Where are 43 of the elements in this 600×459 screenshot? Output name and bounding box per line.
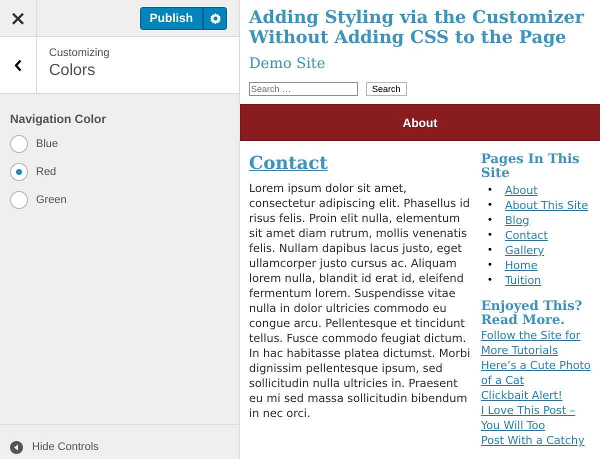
bullet: • xyxy=(487,229,494,243)
post-link[interactable]: Here’s a Cute Photo of a Cat xyxy=(481,358,597,388)
radio-label[interactable]: Blue xyxy=(36,138,58,150)
radio-label[interactable]: Green xyxy=(36,194,67,206)
radio-label[interactable]: Red xyxy=(36,166,56,178)
section-title: Colors xyxy=(49,62,96,80)
chevron-left-icon xyxy=(14,58,22,72)
search-field[interactable]: Search … xyxy=(249,82,358,96)
post-title[interactable]: Contact xyxy=(249,153,328,174)
radio-button[interactable] xyxy=(10,163,28,181)
bullet: • xyxy=(487,244,494,258)
post-body: Lorem ipsum dolor sit amet, consectetur adipiscing elit. Phasellus id risus felis. Proin elit nulla, elementum sit amet diam rutrum, mollis venenatis felis. Nullam dapibus lacus justo, eget ullamcorper justo cursus ac. Aliquam lorem nulla, blandit id erat id, eleifend fermentum lorem. Suspendisse vitae nulla in dolor ultricies commodo eu congue arcu. Pellentesque et tincidunt tellus. Fusce commodo feugiat dictum. In hac habitasse platea dictumst. Morbi dignissim pellentesque ipsum, sed sollicitudin nulla ultricies in. Praesent eu mi sed massa sollicitudin bibendum in nec orci. xyxy=(249,181,471,421)
widget-heading: Pages In This Site xyxy=(481,153,580,181)
search-button[interactable]: Search xyxy=(366,82,407,96)
bullet: • xyxy=(487,259,494,273)
site-title[interactable]: Adding Styling via the Customizer Without Adding CSS to the Page xyxy=(249,8,591,48)
breadcrumb: Customizing xyxy=(49,47,110,59)
radio-button[interactable] xyxy=(10,135,28,153)
gear-icon xyxy=(210,12,220,24)
post-link[interactable]: Post With a Catchy xyxy=(481,433,597,448)
page-link[interactable]: Contact xyxy=(505,228,548,243)
hide-controls-button[interactable]: Hide Controls xyxy=(10,440,99,454)
radio-button[interactable] xyxy=(10,191,28,209)
page-link[interactable]: Tuition xyxy=(505,273,542,288)
widget-heading: Enjoyed This? Read More. xyxy=(481,300,584,328)
page-link[interactable]: About xyxy=(505,183,538,198)
site-description: Demo Site xyxy=(249,56,326,72)
post-link[interactable]: Follow the Site for More Tutorials xyxy=(481,328,597,358)
bullet: • xyxy=(487,214,494,228)
settings-button[interactable] xyxy=(203,6,227,30)
page-link[interactable]: Home xyxy=(505,258,538,273)
nav-link[interactable]: About xyxy=(402,116,438,130)
post-link[interactable]: I Love This Post – You Will Too xyxy=(481,403,597,433)
control-label: Navigation Color xyxy=(10,112,108,126)
page-link[interactable]: Blog xyxy=(505,213,530,228)
page-link[interactable]: Gallery xyxy=(505,243,544,258)
bullet: • xyxy=(487,199,494,213)
bullet: • xyxy=(487,274,494,288)
post-link[interactable]: Clickbait Alert! xyxy=(481,388,597,403)
publish-button[interactable]: Publish xyxy=(140,6,203,30)
bullet: • xyxy=(487,184,494,198)
page-link[interactable]: About This Site xyxy=(505,198,588,213)
collapse-icon xyxy=(10,440,23,454)
